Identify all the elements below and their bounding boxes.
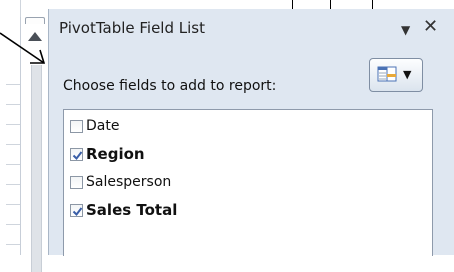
field-label: Sales Total — [86, 201, 178, 219]
list-item-salesperson[interactable]: Salesperson — [70, 172, 171, 192]
check-icon — [72, 150, 83, 160]
cell-divider — [372, 0, 373, 9]
check-icon — [72, 206, 83, 216]
scrollbar-thumb[interactable] — [31, 65, 42, 272]
choose-fields-prompt: Choose fields to add to report: — [63, 78, 277, 94]
field-list: Date Region Salesperson Sales Total — [63, 109, 433, 256]
pane-menu-icon[interactable]: ▼ — [401, 23, 410, 37]
checkbox-date[interactable] — [70, 119, 83, 133]
cell-divider — [292, 0, 293, 9]
list-item-date[interactable]: Date — [70, 116, 119, 136]
cell-divider — [330, 0, 331, 9]
chevron-down-icon: ▼ — [403, 68, 412, 81]
field-label: Date — [86, 118, 120, 134]
field-label: Salesperson — [86, 174, 172, 190]
field-label: Region — [86, 145, 145, 163]
close-icon[interactable]: ✕ — [423, 18, 438, 36]
layout-icon — [377, 66, 397, 82]
checkbox-salesperson[interactable] — [70, 175, 83, 189]
checkbox-region[interactable] — [70, 147, 83, 161]
checkbox-sales-total[interactable] — [70, 203, 83, 217]
list-item-region[interactable]: Region — [70, 144, 145, 164]
pivottable-field-list-pane: PivotTable Field List ▼ ✕ Choose fields … — [48, 9, 454, 256]
list-item-sales-total[interactable]: Sales Total — [70, 200, 177, 220]
field-list-layout-button[interactable]: ▼ — [369, 58, 423, 92]
pane-title: PivotTable Field List — [59, 19, 205, 37]
